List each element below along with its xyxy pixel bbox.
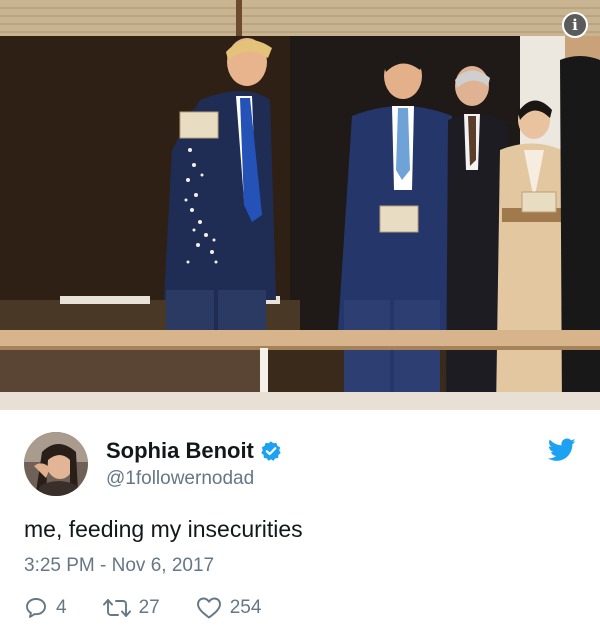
avatar[interactable]	[24, 432, 88, 496]
reply-icon	[24, 596, 48, 620]
heart-icon	[196, 596, 222, 620]
tweet-text: me, feeding my insecurities	[24, 516, 303, 542]
bamboo-blind	[0, 0, 600, 36]
author-handle[interactable]: @1followernodad	[106, 468, 254, 490]
tweet-card: Sophia Benoit @1followernodad me, feedin…	[0, 410, 600, 633]
tweet-photo[interactable]: i	[0, 0, 600, 410]
author-display-name[interactable]: Sophia Benoit	[106, 438, 254, 464]
tweet-actions: 4 27 254	[24, 596, 297, 620]
reply-count: 4	[56, 597, 67, 618]
photo-illustration	[0, 0, 600, 410]
retweet-icon	[102, 596, 131, 620]
tweet-timestamp[interactable]: 3:25 PM - Nov 6, 2017	[24, 555, 214, 577]
like-count: 254	[229, 597, 262, 618]
author-name-row: Sophia Benoit	[106, 438, 282, 464]
reply-button[interactable]: 4	[24, 596, 67, 620]
retweet-button[interactable]: 27	[102, 596, 160, 620]
verified-badge-icon	[260, 440, 282, 462]
like-button[interactable]: 254	[196, 596, 262, 620]
wooden-railing	[0, 330, 600, 348]
twitter-bird-icon[interactable]	[547, 438, 576, 462]
info-icon[interactable]: i	[562, 12, 588, 38]
retweet-count: 27	[138, 597, 160, 618]
